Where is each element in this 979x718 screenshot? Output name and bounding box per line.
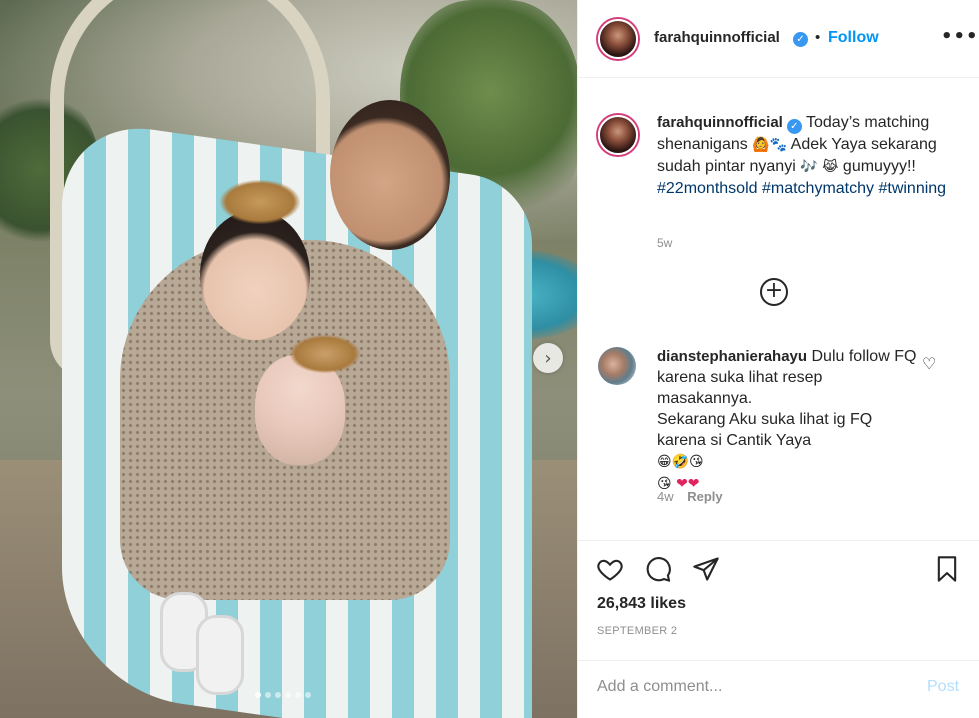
carousel-dot (295, 692, 301, 698)
post-header: farahquinnofficial ✓ • Follow ••• (578, 0, 979, 78)
follow-button[interactable]: Follow (828, 29, 879, 47)
next-arrow-icon[interactable]: › (533, 343, 563, 373)
header-username[interactable]: farahquinnofficial (654, 29, 780, 46)
carousel-dots (255, 692, 311, 698)
reply-button[interactable]: Reply (687, 489, 722, 504)
heart-icon[interactable] (596, 555, 624, 588)
plus-circle-icon[interactable]: + (760, 278, 788, 306)
post-side-panel: farahquinnofficial ✓ • Follow ••• farahq… (577, 0, 979, 718)
more-icon[interactable]: ••• (941, 26, 979, 47)
carousel-dot (255, 692, 261, 698)
comment-input[interactable] (597, 673, 897, 701)
caption-text-3: gumuyyy!! (842, 158, 916, 175)
photo-shoe-right (196, 615, 244, 695)
hashtag-link[interactable]: #22monthsold (657, 180, 758, 197)
comment-icon[interactable] (644, 555, 672, 588)
caption-emoji-3: 😹 (822, 159, 839, 175)
carousel-dot (285, 692, 291, 698)
comment-meta: 4w Reply (657, 489, 723, 504)
comment-username[interactable]: dianstephanierahayu (657, 348, 807, 365)
hashtag-link[interactable]: #twinning (878, 180, 946, 197)
carousel-dot (265, 692, 271, 698)
post-date[interactable]: SEPTEMBER 2 (597, 625, 677, 637)
caption-emoji-2: 🎶 (800, 159, 818, 175)
photo-woman (330, 100, 450, 250)
header-separator: • (815, 29, 821, 46)
comment-emojis-1: 😁🤣😘 (657, 454, 704, 470)
caption-text: farahquinnofficial ✓ Today’s matching she… (657, 112, 957, 199)
carousel-dot (305, 692, 311, 698)
photo-bow-baby (290, 335, 360, 373)
verified-badge-icon: ✓ (786, 119, 802, 134)
comment-text: dianstephanierahayu Dulu follow FQ karen… (657, 346, 922, 495)
avatar[interactable] (598, 19, 638, 59)
caption-username[interactable]: farahquinnofficial (657, 114, 783, 131)
post-button[interactable]: Post (927, 678, 959, 696)
heart-icon[interactable]: ♡ (922, 354, 936, 373)
add-comment-bar: Post (578, 660, 979, 718)
comment-timestamp[interactable]: 4w (657, 489, 674, 504)
likes-count[interactable]: 26,843 likes (597, 595, 686, 613)
post-photo[interactable]: › (0, 0, 577, 718)
action-bar: 26,843 likes SEPTEMBER 2 (578, 540, 979, 660)
verified-badge-icon: ✓ (793, 32, 808, 47)
carousel-dot (275, 692, 281, 698)
caption-timestamp[interactable]: 5w (657, 236, 672, 250)
hashtag-link[interactable]: #matchymatchy (762, 180, 874, 197)
photo-girl (200, 210, 310, 340)
caption-emoji-1: 🙆🐾 (752, 137, 788, 153)
caption-avatar[interactable] (598, 115, 638, 155)
comment-avatar[interactable] (598, 347, 636, 385)
comment-line-2: Sekarang Aku suka lihat ig FQ karena si … (657, 411, 873, 449)
bookmark-icon[interactable] (933, 555, 961, 588)
photo-bow-girl (220, 180, 300, 224)
share-icon[interactable] (692, 555, 720, 588)
